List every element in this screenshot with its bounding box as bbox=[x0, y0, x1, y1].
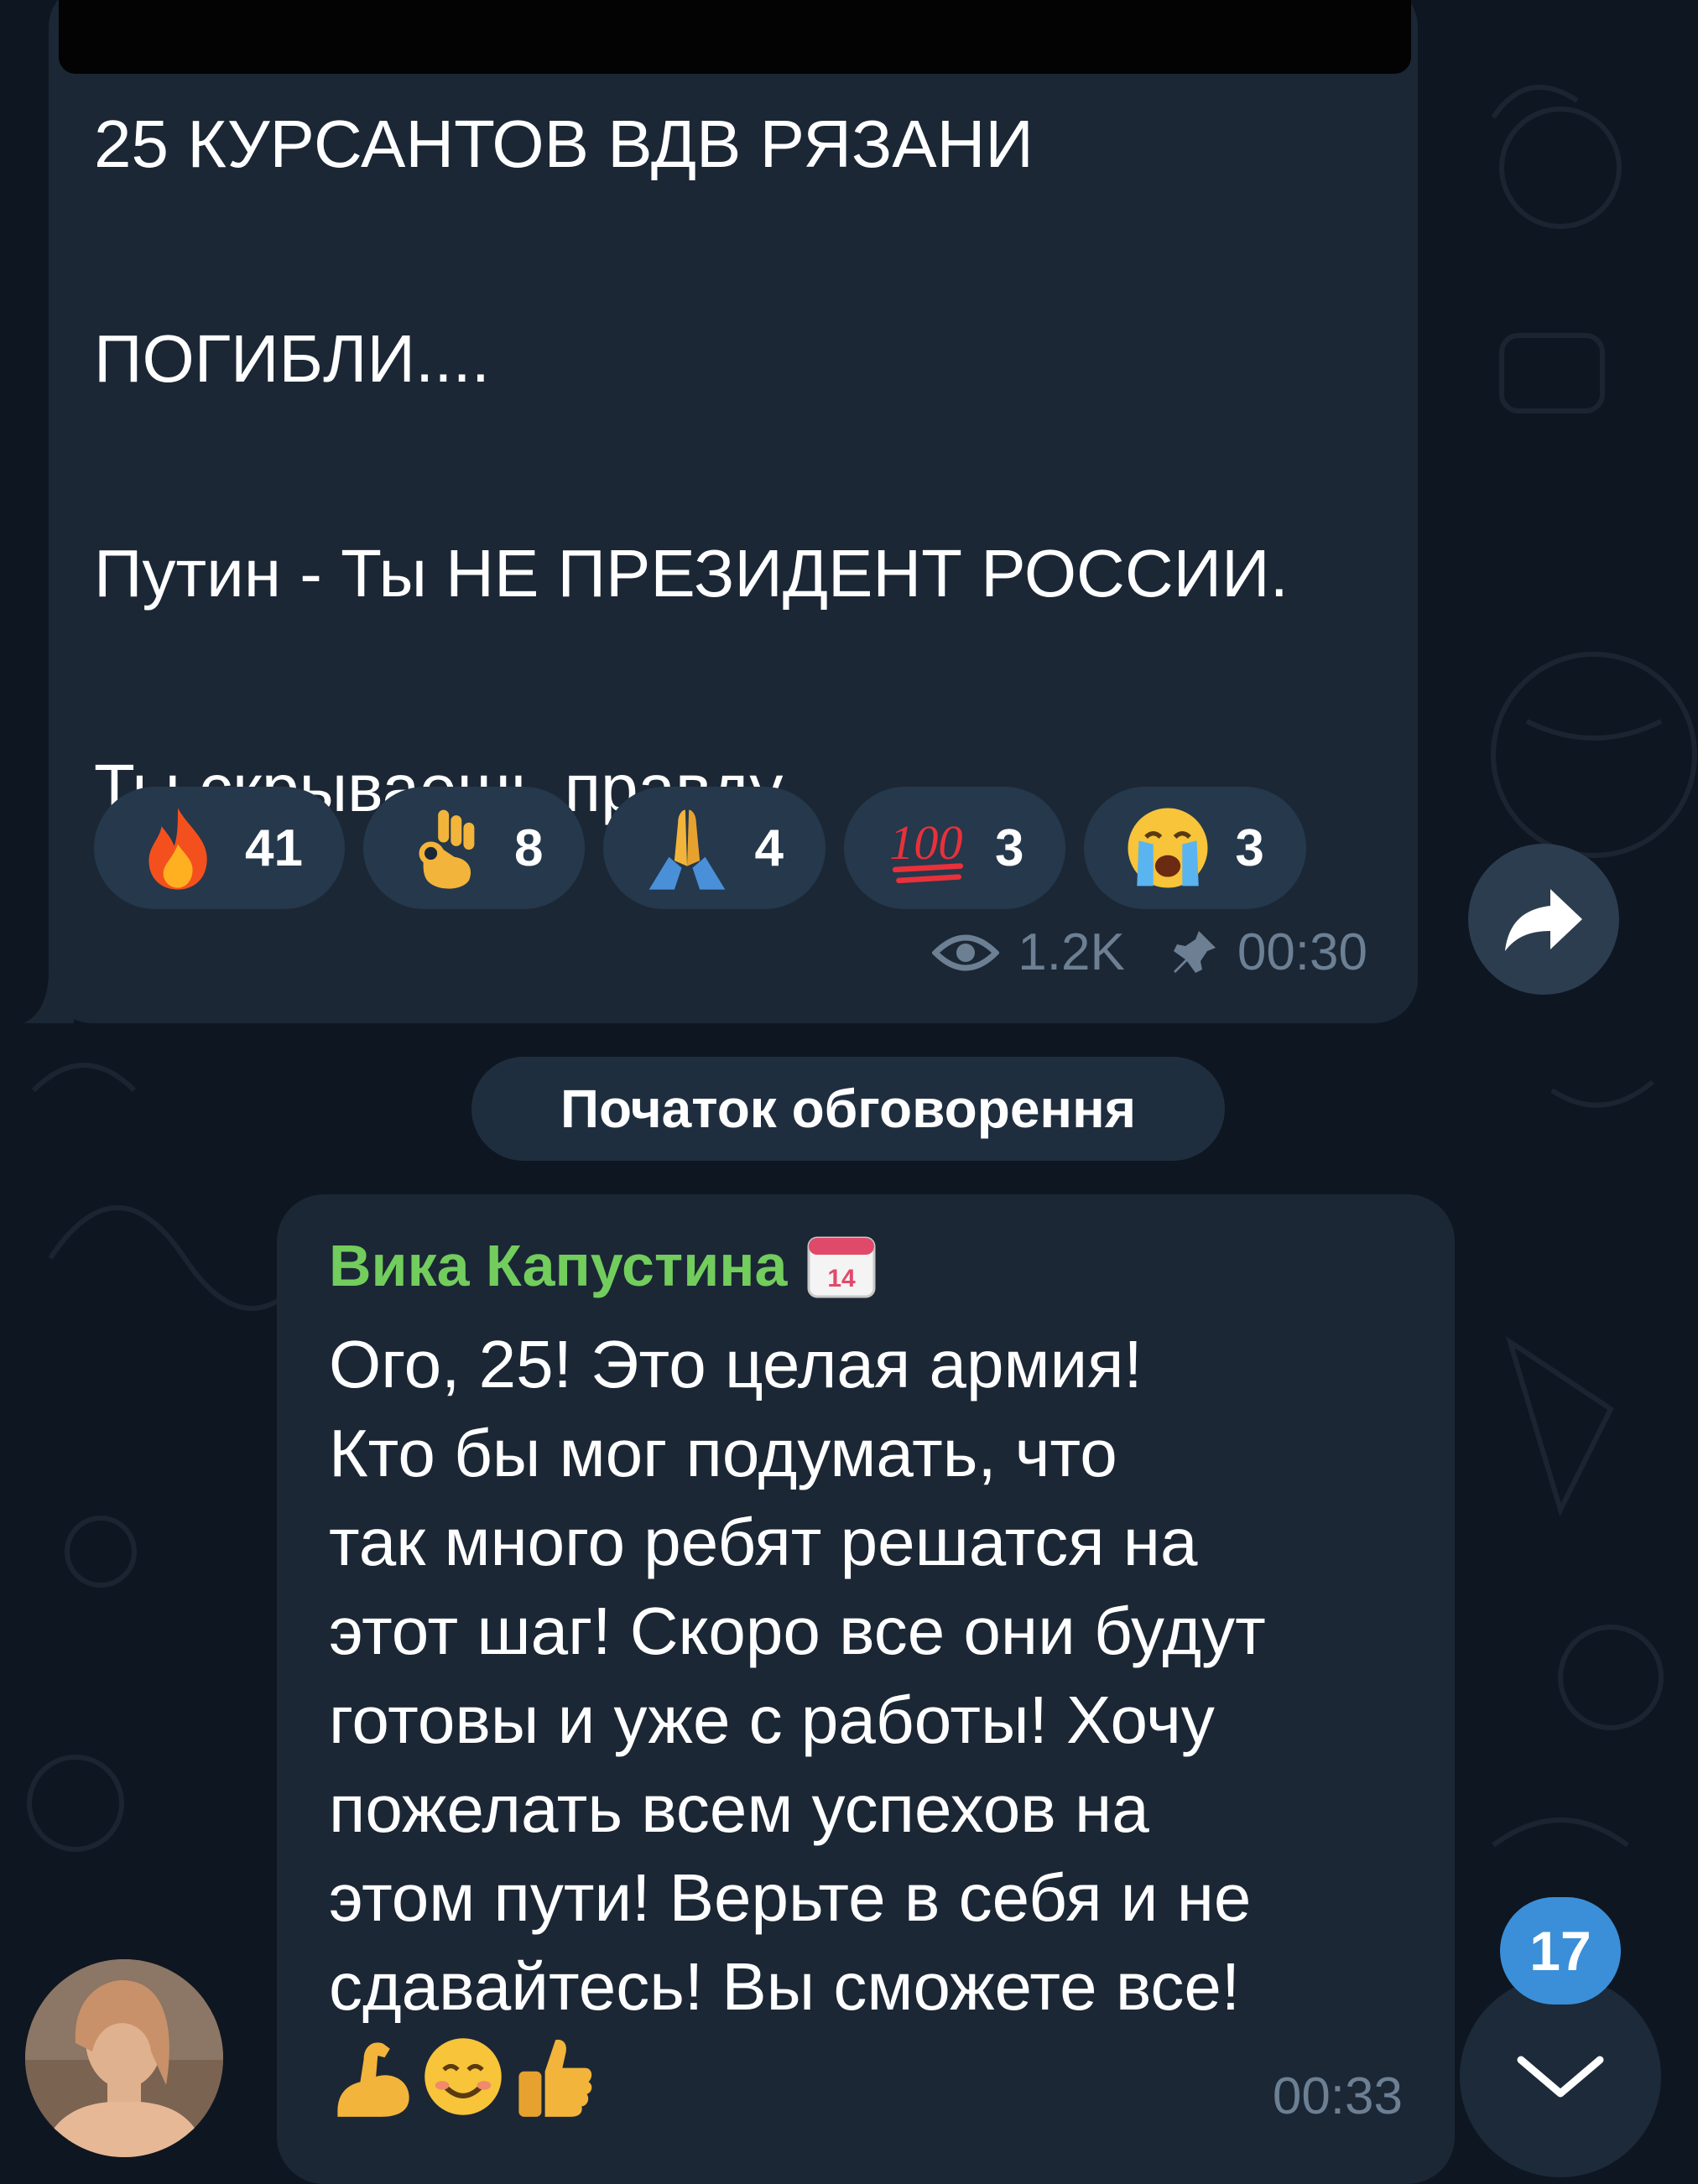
unread-count-badge: 17 bbox=[1500, 1897, 1621, 2005]
comment-bubble: Вика Капустина 14 Ого, 25! Это целая арм… bbox=[277, 1194, 1455, 2184]
reaction-count: 8 bbox=[513, 819, 544, 877]
crying-face-emoji-icon bbox=[1128, 808, 1208, 888]
post-media-preview[interactable] bbox=[59, 0, 1411, 74]
pin-icon bbox=[1173, 930, 1216, 973]
post-text: 25 КУРСАНТОВ ВДВ РЯЗАНИ ПОГИБЛИ.... Пути… bbox=[94, 91, 1386, 842]
share-button[interactable] bbox=[1468, 844, 1619, 995]
post-line: Путин - Ты НЕ ПРЕЗИДЕНТ РОССИИ. bbox=[94, 536, 1289, 611]
svg-text:100: 100 bbox=[889, 815, 962, 870]
reaction-count: 4 bbox=[754, 819, 784, 877]
reaction-bar: 41 8 4 100 3 3 bbox=[94, 787, 1306, 909]
sender-avatar[interactable] bbox=[25, 1959, 223, 2157]
ok-hand-emoji-icon bbox=[419, 809, 475, 889]
flexed-biceps-emoji-icon bbox=[337, 2042, 409, 2117]
post-line: 25 КУРСАНТОВ ВДВ РЯЗАНИ bbox=[94, 107, 1034, 181]
view-count: 1.2K bbox=[1018, 923, 1125, 981]
post-meta: 1.2K 00:30 bbox=[932, 923, 1367, 982]
post-time: 00:30 bbox=[1237, 923, 1367, 981]
reaction-fire[interactable]: 41 bbox=[94, 787, 345, 909]
folded-hands-emoji-icon bbox=[649, 809, 726, 890]
discussion-start-label: Початок обговорення bbox=[471, 1057, 1225, 1161]
smiling-face-emoji-icon bbox=[424, 2038, 502, 2115]
hundred-points-emoji-icon: 100 bbox=[889, 815, 964, 884]
reaction-count: 41 bbox=[245, 819, 303, 877]
bubble-tail bbox=[23, 970, 74, 1023]
share-arrow-icon bbox=[1505, 889, 1582, 951]
reaction-count: 3 bbox=[1235, 819, 1264, 877]
reaction-hundred[interactable]: 100 3 bbox=[843, 787, 1066, 909]
reaction-folded-hands[interactable]: 4 bbox=[603, 787, 826, 909]
comment-time: 00:33 bbox=[1272, 2067, 1403, 2125]
eye-icon bbox=[932, 934, 1000, 970]
thumbs-up-emoji-icon bbox=[518, 2039, 592, 2117]
post-line: ПОГИБЛИ.... bbox=[94, 321, 490, 396]
fire-emoji-icon bbox=[148, 808, 207, 890]
svg-text:14: 14 bbox=[828, 1265, 857, 1292]
comment-text: Ого, 25! Это целая армия! Кто бы мог под… bbox=[329, 1327, 1266, 2024]
sender-row: Вика Капустина 14 bbox=[329, 1228, 879, 1303]
reaction-ok-hand[interactable]: 8 bbox=[362, 787, 586, 909]
sender-name[interactable]: Вика Капустина bbox=[329, 1232, 787, 1299]
scroll-down-button[interactable] bbox=[1460, 1976, 1661, 2177]
reaction-crying[interactable]: 3 bbox=[1084, 787, 1306, 909]
comment-emoji-row bbox=[329, 2033, 597, 2120]
avatar-photo bbox=[25, 1959, 223, 2157]
calendar-emoji-icon: 14 bbox=[807, 1236, 876, 1298]
chevron-down-icon bbox=[1517, 2056, 1604, 2098]
channel-post-bubble: 25 КУРСАНТОВ ВДВ РЯЗАНИ ПОГИБЛИ.... Пути… bbox=[49, 0, 1418, 1023]
reaction-count: 3 bbox=[994, 819, 1024, 877]
